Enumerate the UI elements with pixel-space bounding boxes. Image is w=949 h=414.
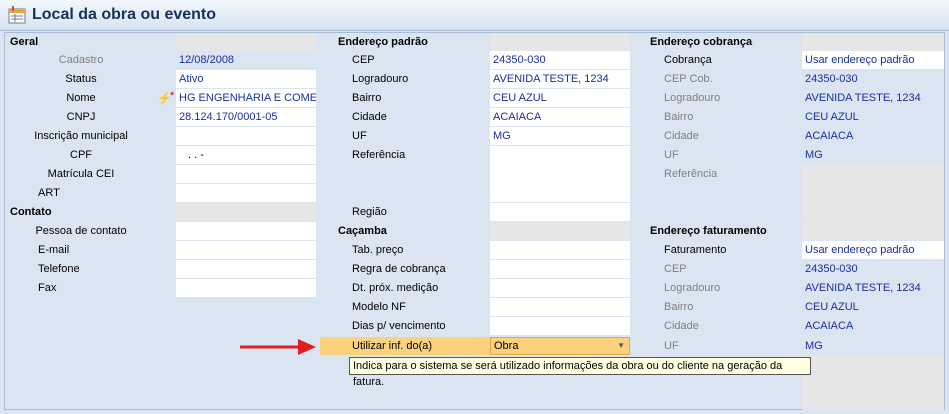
uf-fat-value: MG bbox=[805, 340, 823, 352]
tab-preco-field[interactable] bbox=[490, 241, 630, 259]
dias-vencimento-label: Dias p/ vencimento bbox=[352, 320, 446, 332]
status-label: Status bbox=[65, 73, 97, 85]
chevron-down-icon[interactable]: ▼ bbox=[617, 338, 625, 354]
cidade-fat-label: Cidade bbox=[664, 320, 699, 332]
referencia-field[interactable] bbox=[490, 146, 630, 202]
matricula-label: Matrícula CEI bbox=[47, 168, 115, 180]
bairro-fat-label: Bairro bbox=[664, 301, 694, 313]
window-title: Local da obra ou evento bbox=[32, 6, 217, 23]
inscricao-field[interactable] bbox=[176, 127, 316, 145]
required-asterisk-icon: * bbox=[170, 90, 175, 102]
contato-header-fill bbox=[176, 203, 316, 221]
bairro-label: Bairro bbox=[352, 92, 382, 104]
cidade-label: Cidade bbox=[352, 111, 387, 123]
referencia-cob-label: Referência bbox=[664, 168, 718, 180]
utilizar-value: Obra bbox=[494, 340, 519, 352]
uf-fat-label: UF bbox=[664, 340, 679, 352]
regiao-field[interactable] bbox=[490, 203, 630, 221]
cpf-field[interactable]: . . - bbox=[176, 146, 316, 164]
fax-label: Fax bbox=[38, 282, 57, 294]
matricula-field[interactable] bbox=[176, 165, 316, 183]
tooltip: Indica para o sistema se será utilizado … bbox=[349, 357, 811, 388]
section-endereco-cobranca: Endereço cobrança bbox=[650, 36, 753, 48]
dt-medicao-field[interactable] bbox=[490, 279, 630, 297]
cnpj-field[interactable]: 28.124.170/0001-05 bbox=[176, 108, 316, 126]
nome-label: Nome bbox=[66, 92, 96, 104]
referencia-label: Referência bbox=[352, 149, 406, 161]
utilizar-dropdown[interactable]: Obra ▼ bbox=[490, 337, 630, 355]
art-field[interactable] bbox=[176, 184, 316, 202]
cep-cob-value: 24350-030 bbox=[805, 73, 858, 85]
uf-cob-label: UF bbox=[664, 149, 679, 161]
cidade-field[interactable]: ACAIACA bbox=[490, 108, 630, 126]
endereco-faturamento-header-fill bbox=[802, 222, 944, 240]
uf-field[interactable]: MG bbox=[490, 127, 630, 145]
cpf-label: CPF bbox=[70, 149, 92, 161]
email-field[interactable] bbox=[176, 241, 316, 259]
cep-cob-label: CEP Cob. bbox=[664, 73, 713, 85]
section-endereco-faturamento: Endereço faturamento bbox=[650, 225, 767, 237]
red-arrow-icon bbox=[240, 339, 316, 355]
status-field[interactable]: Ativo bbox=[176, 70, 316, 88]
tab-preco-label: Tab. preço bbox=[352, 244, 404, 256]
column-fill bbox=[802, 356, 944, 410]
logradouro-cob-label: Logradouro bbox=[664, 92, 721, 104]
cep-fat-label: CEP bbox=[664, 263, 687, 275]
cidade-cob-value: ACAIACA bbox=[805, 130, 854, 142]
cep-field[interactable]: 24350-030 bbox=[490, 51, 630, 69]
section-contato: Contato bbox=[10, 206, 52, 218]
section-endereco-padrao: Endereço padrão bbox=[338, 36, 428, 48]
art-label: ART bbox=[38, 187, 60, 199]
modelo-nf-label: Modelo NF bbox=[352, 301, 406, 313]
fax-field[interactable] bbox=[176, 279, 316, 297]
cacamba-header-fill bbox=[490, 222, 630, 240]
window-titlebar: Local da obra ou evento bbox=[0, 0, 949, 31]
telefone-label: Telefone bbox=[38, 263, 80, 275]
utilizar-label: Utilizar inf. do(a) bbox=[320, 337, 490, 355]
cnpj-label: CNPJ bbox=[66, 111, 96, 123]
dt-medicao-label: Dt. próx. medição bbox=[352, 282, 439, 294]
endereco-cobranca-header-fill bbox=[802, 33, 944, 51]
section-cacamba: Caçamba bbox=[338, 225, 387, 237]
section-geral: Geral bbox=[10, 36, 39, 48]
cadastro-value: 12/08/2008 bbox=[176, 51, 316, 69]
logradouro-cob-value: AVENIDA TESTE, 1234 bbox=[805, 92, 921, 104]
cidade-cob-label: Cidade bbox=[664, 130, 699, 142]
cobranca-label: Cobrança bbox=[664, 54, 712, 66]
bairro-field[interactable]: CEU AZUL bbox=[490, 89, 630, 107]
bairro-cob-label: Bairro bbox=[664, 111, 694, 123]
logradouro-fat-label: Logradouro bbox=[664, 282, 721, 294]
cep-label: CEP bbox=[352, 54, 375, 66]
endereco-padrao-header-fill bbox=[490, 33, 630, 51]
nome-field[interactable]: HG ENGENHARIA E COMERC bbox=[176, 89, 316, 107]
bairro-cob-value: CEU AZUL bbox=[805, 111, 859, 123]
telefone-field[interactable] bbox=[176, 260, 316, 278]
logradouro-field[interactable]: AVENIDA TESTE, 1234 bbox=[490, 70, 630, 88]
cidade-fat-value: ACAIACA bbox=[805, 320, 854, 332]
pessoa-contato-label: Pessoa de contato bbox=[35, 225, 127, 237]
email-label: E-mail bbox=[38, 244, 70, 256]
dias-vencimento-field[interactable] bbox=[490, 317, 630, 335]
regra-cobranca-field[interactable] bbox=[490, 260, 630, 278]
regiao-label: Região bbox=[352, 206, 387, 218]
cep-fat-value: 24350-030 bbox=[805, 263, 858, 275]
cadastro-label: Cadastro bbox=[58, 54, 104, 66]
regra-cobranca-label: Regra de cobrança bbox=[352, 263, 446, 275]
pessoa-contato-field[interactable] bbox=[176, 222, 316, 240]
faturamento-select[interactable]: Usar endereço padrão bbox=[802, 241, 944, 259]
faturamento-label: Faturamento bbox=[664, 244, 727, 256]
modelo-nf-field[interactable] bbox=[490, 298, 630, 316]
uf-label: UF bbox=[352, 130, 367, 142]
uf-cob-value: MG bbox=[805, 149, 823, 161]
geral-header-fill bbox=[176, 33, 316, 51]
inscricao-label: Inscrição municipal bbox=[34, 130, 128, 142]
bairro-fat-value: CEU AZUL bbox=[805, 301, 859, 313]
form-icon bbox=[8, 6, 26, 24]
cobranca-select[interactable]: Usar endereço padrão bbox=[802, 51, 944, 69]
logradouro-fat-value: AVENIDA TESTE, 1234 bbox=[805, 282, 921, 294]
referencia-cob-value bbox=[802, 165, 944, 221]
logradouro-label: Logradouro bbox=[352, 73, 409, 85]
